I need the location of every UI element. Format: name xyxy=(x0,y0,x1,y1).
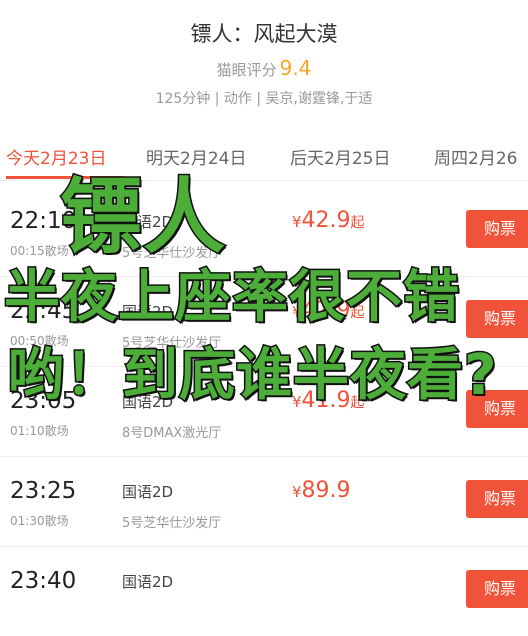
hall-name: 8号DMAX激光厅 xyxy=(122,426,222,441)
start-time: 23:40 xyxy=(10,568,77,594)
movie-meta: 125分钟 | 动作 | 吴京,谢霆锋,于适 xyxy=(155,91,373,107)
tab-thursday[interactable]: 周四2月26 xyxy=(434,144,517,169)
rating-label: 猫眼评分 xyxy=(216,61,277,79)
showtime-row[interactable]: 23:25 01:30散场 国语2D 5号芝华仕沙发厅 ¥89.9 购票 xyxy=(0,456,528,547)
caption-line-1: 半夜上座率很不错 xyxy=(3,264,461,332)
language-format: 国语2D xyxy=(122,573,174,591)
movie-title: 镖人：风起大漠 xyxy=(190,22,338,46)
start-time: 23:25 xyxy=(10,478,77,504)
showtime-row[interactable]: 23:40 国语2D 购票 xyxy=(0,546,528,636)
end-time: 01:30散场 xyxy=(10,514,69,528)
hall-name: 5号芝华仕沙发厅 xyxy=(122,516,222,531)
end-time: 01:10散场 xyxy=(10,424,69,438)
price: ¥89.9 xyxy=(292,478,351,503)
currency-symbol: ¥ xyxy=(292,213,302,231)
buy-ticket-button[interactable]: 购票 xyxy=(466,480,528,518)
price-suffix: 起 xyxy=(350,215,365,231)
caption-line-2: 哟！到底谁半夜看? xyxy=(6,342,498,410)
language-format: 国语2D xyxy=(122,483,174,501)
rating: 猫眼评分 9.4 xyxy=(0,56,528,80)
tab-day-after[interactable]: 后天2月25日 xyxy=(290,144,390,169)
currency-symbol: ¥ xyxy=(292,483,302,501)
buy-ticket-button[interactable]: 购票 xyxy=(466,210,528,248)
price-value: 42.9 xyxy=(301,208,351,233)
rating-score: 9.4 xyxy=(279,56,312,80)
price-value: 89.9 xyxy=(301,478,351,503)
buy-ticket-button[interactable]: 购票 xyxy=(466,570,528,608)
price: ¥42.9起 xyxy=(292,208,365,233)
